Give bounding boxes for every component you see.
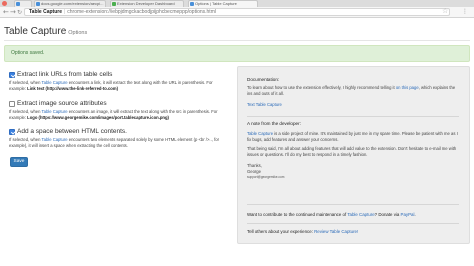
address-bar[interactable]: Table Capture | chrome-extension://iebpjdm…	[24, 8, 450, 16]
save-button[interactable]: Save	[10, 157, 28, 167]
review-link[interactable]: Review Table Capture!	[314, 229, 358, 234]
documentation-section: Documentation: To learn about how to use…	[247, 77, 459, 108]
browser-menu-icon[interactable]: ⋮	[462, 8, 468, 15]
option-example: Link text (http://www.the-link-referred-…	[27, 85, 118, 91]
developer-email[interactable]: support@georgemike.com	[247, 175, 459, 181]
window-close-button[interactable]	[2, 1, 7, 6]
developer-note-section: A note from the developer: Table Capture…	[247, 121, 459, 180]
option-example: Logo (https://www.georgemike.com/images/…	[27, 114, 169, 120]
tab-favicon-icon	[190, 2, 194, 6]
alert-text: Options saved.	[11, 50, 45, 56]
review-line: Tell others about your experience: Revie…	[247, 229, 359, 234]
browser-toolbar: ← → ↻ Table Capture | chrome-extension://i…	[0, 7, 474, 18]
title-divider	[4, 40, 470, 41]
info-panel: Documentation: To learn about how to use…	[237, 66, 470, 244]
address-extension-name: Table Capture	[29, 9, 62, 15]
address-separator: |	[63, 9, 66, 15]
documentation-link[interactable]: Text Table Capture	[247, 102, 282, 107]
tab-favicon-icon	[112, 2, 116, 6]
browser-tab-1[interactable]	[14, 0, 32, 7]
developer-note-para2: That being said, I'm all about adding fe…	[247, 146, 457, 158]
documentation-text: To learn about how to use the extension …	[247, 84, 456, 96]
option-description: If selected, when Table Capture encounte…	[9, 80, 213, 91]
developer-note-heading: A note from the developer:	[247, 121, 301, 126]
bookmark-star-icon[interactable]: ☆	[442, 7, 448, 15]
option-description: If selected, when Table Capture encounte…	[9, 109, 218, 120]
extract-images-checkbox[interactable]	[9, 101, 15, 107]
table-capture-link[interactable]: Table Capture	[247, 131, 273, 136]
browser-tab-active[interactable]: Options | Table Capture	[188, 0, 258, 7]
option-add-space: Add a space between HTML contents. If se…	[9, 128, 229, 148]
tab-favicon-icon	[36, 2, 40, 6]
address-url: chrome-extension://iebpjdmgckacbodjpijph…	[67, 9, 216, 15]
panel-divider	[247, 204, 459, 205]
option-label[interactable]: Extract image source attributes	[17, 100, 107, 107]
back-arrow-icon[interactable]: ←	[3, 8, 9, 17]
option-description: If selected, when Table Capture encounte…	[9, 137, 219, 148]
table-capture-link[interactable]: Table Capture	[42, 80, 68, 85]
add-space-checkbox[interactable]	[9, 129, 15, 135]
documentation-inline-link[interactable]: on this page	[396, 85, 419, 90]
table-capture-link[interactable]: Table Capture	[347, 212, 374, 217]
table-capture-link[interactable]: Table Capture	[42, 137, 68, 142]
page-title: Table Capture Options	[4, 26, 88, 37]
documentation-heading: Documentation:	[247, 77, 280, 82]
browser-tab-3[interactable]: Extension Developer Dashboard	[110, 0, 184, 7]
success-alert: Options saved.	[4, 45, 470, 62]
panel-divider	[247, 116, 459, 117]
tab-favicon-icon	[16, 2, 20, 6]
option-label[interactable]: Extract link URLs from table cells	[17, 71, 112, 78]
option-extract-images: Extract image source attributes If selec…	[9, 100, 229, 120]
browser-tab-2[interactable]: docs.google.com/extension/aecpi...	[34, 0, 106, 7]
tab-strip: docs.google.com/extension/aecpi... Exten…	[0, 0, 474, 7]
reload-icon[interactable]: ↻	[17, 8, 22, 17]
option-label[interactable]: Add a space between HTML contents.	[17, 128, 127, 135]
option-extract-links: Extract link URLs from table cells If se…	[9, 71, 229, 91]
paypal-link[interactable]: PayPal	[401, 212, 415, 217]
panel-divider	[247, 223, 459, 224]
page-subtitle: Options	[68, 30, 88, 36]
developer-note-para1: Table Capture is a side project of mine.…	[247, 130, 458, 142]
table-capture-link[interactable]: Table Capture	[42, 109, 68, 114]
contribute-line: Want to contribute to the continued main…	[247, 212, 416, 217]
extract-links-checkbox[interactable]	[9, 72, 15, 78]
forward-arrow-icon[interactable]: →	[10, 8, 16, 17]
